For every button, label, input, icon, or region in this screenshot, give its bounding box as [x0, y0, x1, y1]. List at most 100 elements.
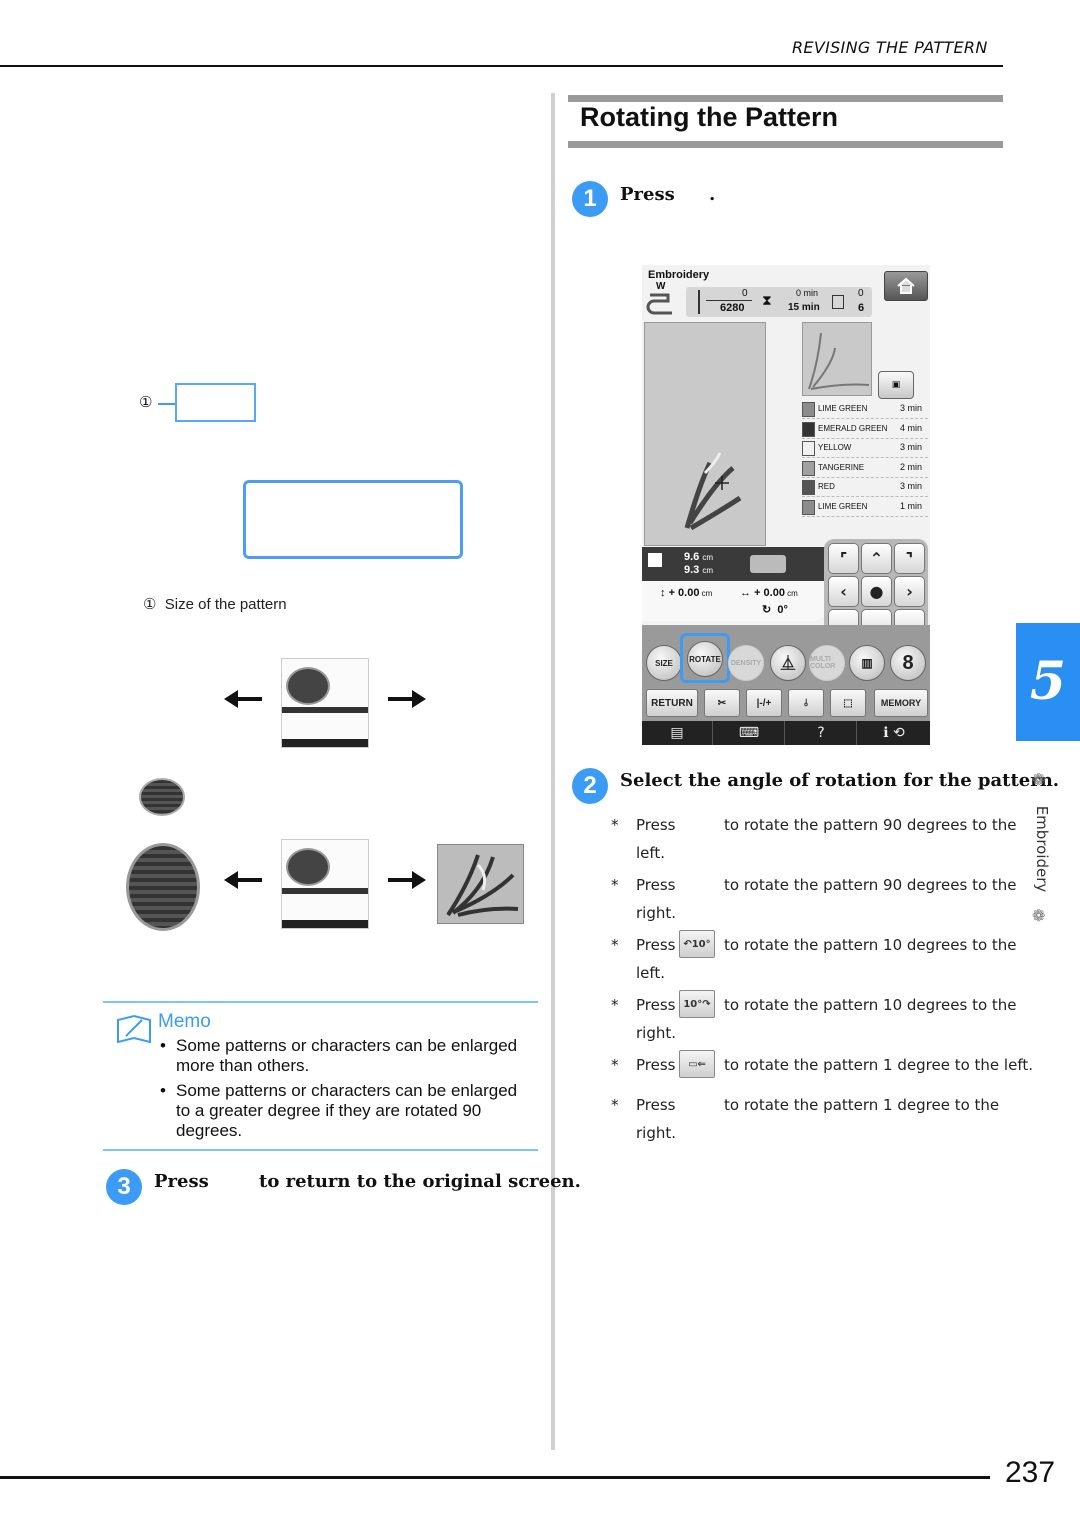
move-left-button[interactable]: ‹ [828, 576, 859, 607]
mirror-button[interactable]: ⏅ [770, 645, 806, 681]
rotate-10-right-button[interactable]: 10°↷ [679, 990, 715, 1018]
thread-time: 2 min [899, 461, 922, 472]
running-header-title: REVISING THE PATTERN [792, 38, 988, 57]
center-button[interactable]: ● [861, 576, 892, 607]
bullet-description: to rotate the pattern 10 degrees to the [724, 936, 1017, 954]
move-up-left-button[interactable]: ⌜ [828, 543, 859, 574]
bullet-description: to rotate the pattern 10 degrees to the [724, 996, 1017, 1014]
callout-leader [158, 403, 176, 405]
bullet-press: Press [636, 1056, 676, 1074]
thread-row: TANGERINE 2 min [802, 459, 928, 478]
oval-pattern-preview [286, 848, 330, 886]
size-button[interactable]: SIZE [646, 645, 682, 681]
callout-box [175, 383, 256, 422]
frame-display-button[interactable]: ▣ [878, 371, 914, 399]
large-oval-pattern [126, 843, 200, 931]
rotate-10-left-button[interactable]: ↶10° [679, 930, 715, 958]
bullet-continuation: right. [636, 1024, 677, 1042]
step-number-3: 3 [106, 1169, 142, 1205]
thread-time: 3 min [899, 442, 922, 453]
column-divider [551, 93, 555, 1450]
settings-info-button[interactable]: ℹ ⟲ [858, 721, 930, 745]
thread-swatch [802, 460, 815, 476]
page-number: 237 [1005, 1456, 1056, 1489]
bullet-press: Press [636, 876, 676, 894]
settings-info-icon: ℹ ⟲ [883, 725, 905, 741]
thread-swatch [802, 500, 815, 515]
arrow-right-icon [388, 871, 426, 889]
thread-row: RED 3 min [802, 478, 928, 498]
move-up-button[interactable]: ⌃ [861, 543, 892, 574]
step-number-1: 1 [572, 181, 608, 217]
starting-point-button[interactable]: ⫰ [788, 689, 824, 717]
bullet-press: Press [636, 816, 676, 834]
page-button[interactable]: ▤ [642, 721, 713, 745]
rotation-bullet-item: * Press to rotate the pattern 90 degrees t… [611, 816, 1017, 866]
multi-color-button[interactable]: MULTI COLOR [809, 645, 845, 681]
arrow-left-icon [224, 871, 262, 889]
thumbnail-screen-1 [281, 658, 369, 748]
thread-swatch [802, 421, 815, 437]
thread-name: EMERALD GREEN [818, 423, 888, 433]
memory-button[interactable]: MEMORY [874, 689, 928, 717]
memo-item-text: Some patterns or characters can be enlar… [176, 1036, 518, 1075]
machine-embroidery-screen: Embroidery W 0 6280 ⧗ 0 min 15 min 0 6 ▣… [642, 265, 930, 745]
bottom-toolbar: ▤ ⌨ ? ℹ ⟲ [642, 721, 930, 745]
bullet-continuation: left. [636, 964, 666, 982]
oval-pattern-preview [286, 667, 330, 705]
bullet-star: * [611, 816, 619, 834]
leaf-pattern-image [437, 844, 524, 924]
home-button[interactable] [884, 271, 928, 301]
rotate-10-left-icon: ↶10° [683, 938, 711, 950]
sewing-machine-icon: ⌨ [738, 725, 760, 741]
border-button[interactable]: 8 [890, 645, 926, 681]
tension-button[interactable]: |-/+ [746, 689, 782, 717]
thread-row: LIME GREEN 1 min [802, 498, 928, 517]
dashed-frame-icon: ⬚ [843, 697, 853, 709]
density-button[interactable]: DENSITY [728, 645, 764, 681]
step-1-press: Press [620, 184, 675, 205]
section-title: Rotating the Pattern [580, 102, 839, 132]
ornament-icon: ❁ [1032, 770, 1046, 789]
thread-swatch [802, 480, 815, 496]
thread-row: YELLOW 3 min [802, 439, 928, 459]
hourglass-icon: ⧗ [762, 293, 772, 309]
thread-row: EMERALD GREEN 4 min [802, 420, 928, 439]
rotation-angle: ↻ 0° [762, 604, 788, 616]
position-info-bar: ↕ + 0.00 cm ↔ + 0.00 cm ↻ 0° [642, 581, 828, 621]
trial-button[interactable]: ⬚ [830, 689, 866, 717]
screen-title: Embroidery [648, 269, 710, 281]
pattern-display-area[interactable] [644, 322, 766, 546]
header-rule [0, 65, 1003, 67]
help-button[interactable]: ? [786, 721, 857, 745]
rotation-bullet-item: * Press ↶10° to rotate the pattern 10 degre… [611, 930, 1017, 986]
horizontal-offset: ↔ + 0.00 cm [740, 587, 798, 599]
memo-book-icon [117, 1014, 151, 1044]
pattern-preview-thumbnail [802, 322, 872, 396]
stitch-count: 0 [742, 288, 748, 299]
move-up-right-button[interactable]: ⌝ [894, 543, 925, 574]
presser-foot-icon [646, 293, 672, 315]
jump-stitch-trim-button[interactable]: ✂ [704, 689, 740, 717]
bullet-continuation: left. [636, 844, 666, 862]
home-icon [897, 277, 915, 294]
rotate-1-left-button[interactable]: ▭⇐ [679, 1050, 715, 1078]
pattern-height: 9.6 cm [684, 551, 714, 563]
machine-setting-button[interactable]: ⌨ [714, 721, 785, 745]
color-count: 0 [858, 288, 864, 299]
return-button[interactable]: RETURN [646, 689, 698, 717]
rotate-1-left-icon: ▭⇐ [688, 1058, 706, 1070]
fraction-line [706, 300, 752, 301]
bullet-star: * [611, 1096, 619, 1114]
thread-time: 1 min [899, 501, 922, 511]
rotation-bullet-item: * Press to rotate the pattern 90 degrees t… [611, 876, 1017, 926]
memo-item-text: Some patterns or characters can be enlar… [176, 1081, 518, 1140]
size-icon [648, 553, 662, 567]
caption-text: Size of the pattern [164, 596, 287, 613]
size-caption: ① Size of the pattern [143, 595, 287, 613]
thread-button[interactable]: ▥ [849, 645, 885, 681]
move-right-button[interactable]: › [894, 576, 925, 607]
rotate-button[interactable]: ROTATE [687, 641, 723, 677]
vertical-offset: ↕ + 0.00 cm [660, 587, 713, 599]
frame-icon: ▣ [891, 380, 901, 390]
